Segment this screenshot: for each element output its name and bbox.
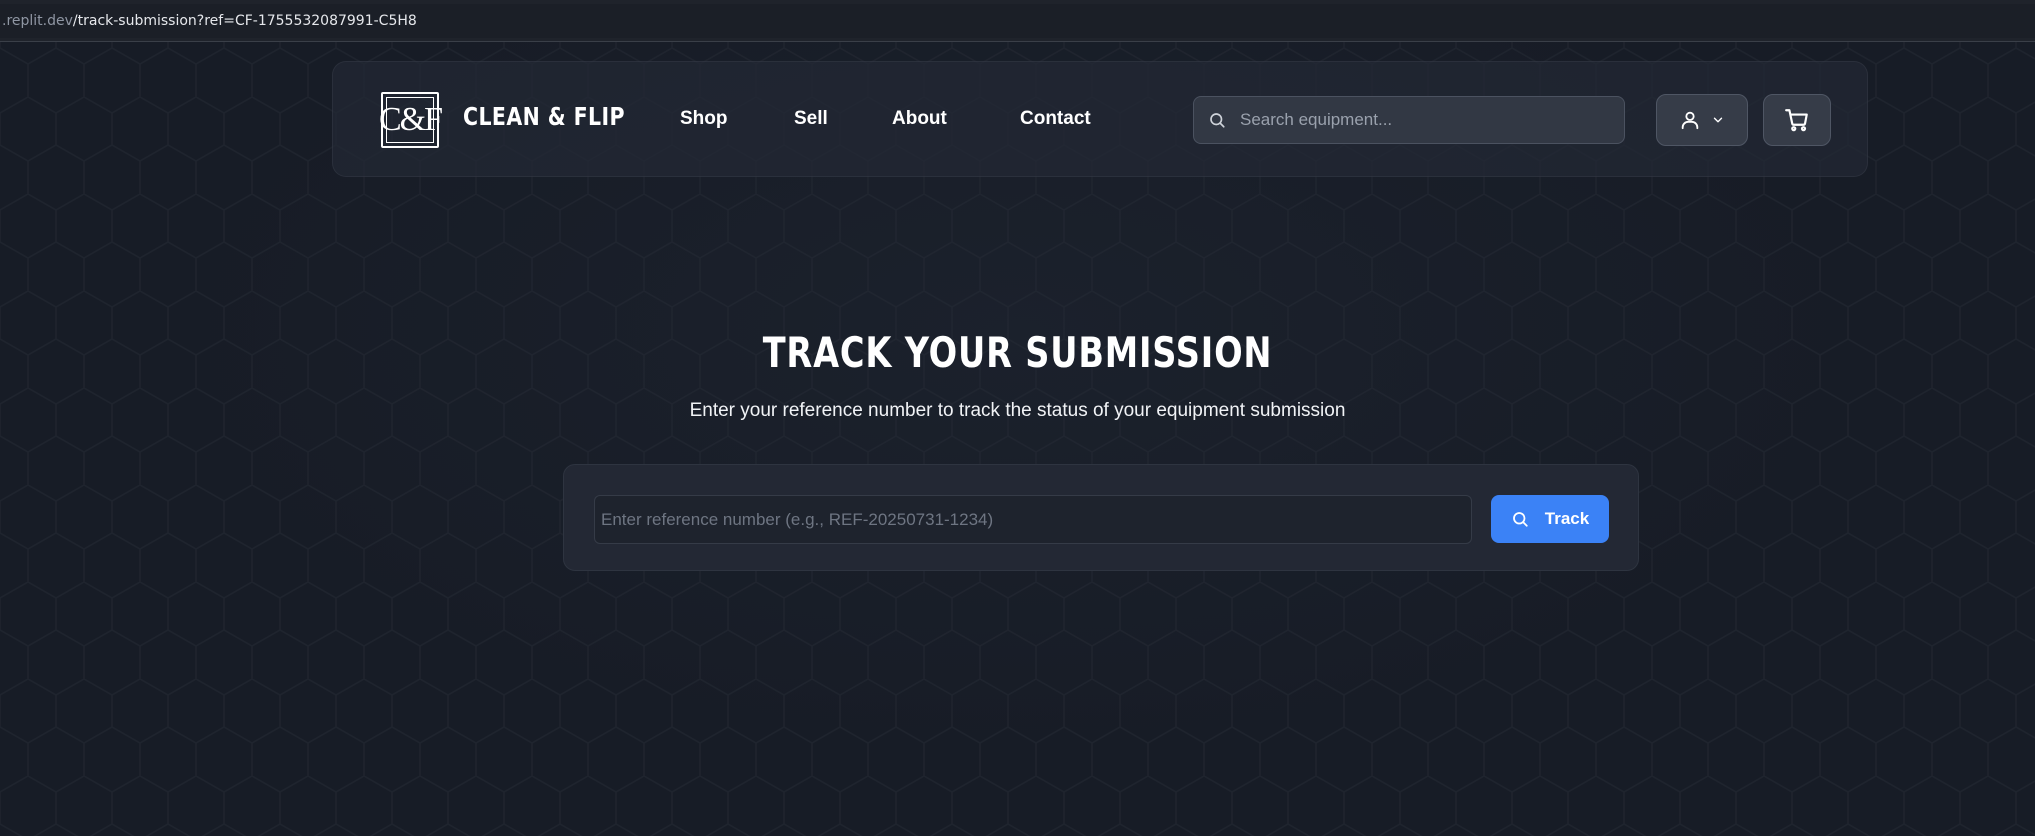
track-form-card: Track (563, 464, 1639, 571)
search-icon (1210, 113, 1225, 128)
cart-icon (1785, 109, 1808, 132)
page-subtitle: Enter your reference number to track the… (689, 400, 1346, 421)
search-input[interactable] (1240, 110, 1620, 130)
logo[interactable]: C&F (378, 92, 443, 148)
track-button-label: Track (1544, 509, 1590, 528)
cart-button[interactable] (1763, 94, 1831, 146)
browser-address-bar[interactable]: .replit.dev/track-submission?ref=CF-1755… (0, 0, 2035, 42)
brand-name[interactable]: CLEAN & FLIP (463, 102, 625, 131)
site-header: C&F CLEAN & FLIP Shop Sell About Contact (332, 61, 1868, 177)
nav-shop[interactable]: Shop (680, 108, 728, 130)
chevron-down-icon (1713, 117, 1723, 123)
account-menu-button[interactable] (1656, 94, 1748, 146)
logo-text: C&F (378, 101, 443, 138)
reference-number-input[interactable] (594, 495, 1472, 544)
user-icon (1681, 111, 1699, 130)
track-button[interactable]: Track (1491, 495, 1609, 543)
url-field[interactable]: .replit.dev/track-submission?ref=CF-1755… (0, 4, 2035, 38)
nav-about[interactable]: About (892, 108, 947, 130)
page-title-text: TRACK YOUR SUBMISSION (762, 328, 1273, 377)
url-path: /track-submission?ref=CF-1755532087991-C… (72, 13, 417, 29)
search-box[interactable] (1193, 96, 1625, 144)
url-host: .replit.dev (2, 13, 73, 29)
page-title: TRACK YOUR SUBMISSION (0, 328, 2035, 377)
nav-sell[interactable]: Sell (794, 108, 828, 130)
nav-contact[interactable]: Contact (1020, 108, 1091, 130)
search-icon (1512, 512, 1528, 527)
